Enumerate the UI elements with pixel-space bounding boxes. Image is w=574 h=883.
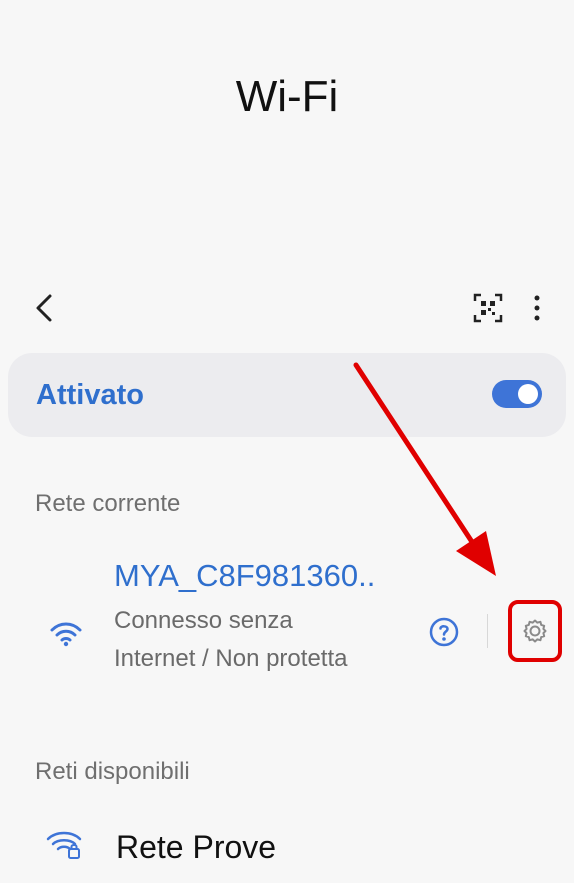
wifi-toggle-label: Attivato (36, 379, 144, 411)
question-circle-icon[interactable] (428, 616, 460, 648)
current-network-name: MYA_C8F981360.. (114, 558, 376, 593)
vertical-dots-icon (534, 295, 540, 321)
wifi-locked-icon (46, 831, 82, 859)
network-settings-button[interactable] (508, 600, 562, 662)
action-divider (487, 614, 488, 648)
wifi-signal-icon (50, 622, 82, 647)
wifi-settings-screen: Wi-Fi Attivato Rete corrente MYA_C8F9813… (0, 0, 574, 883)
current-network-card[interactable]: MYA_C8F981360.. Connesso senza Internet … (8, 530, 566, 732)
back-button[interactable] (28, 288, 62, 328)
current-network-section-label: Rete corrente (35, 490, 181, 517)
annotation-arrow (353, 362, 496, 576)
wifi-toggle-switch[interactable] (492, 380, 542, 408)
current-network-status: Connesso senza Internet / Non protetta (114, 607, 348, 672)
available-network-name: Rete Prove (116, 829, 277, 865)
qr-scan-icon (473, 293, 503, 323)
available-networks-section-label: Reti disponibili (35, 758, 190, 785)
qr-scan-button[interactable] (468, 290, 508, 326)
gear-icon (523, 619, 547, 643)
available-network-item[interactable]: Rete Prove (8, 795, 566, 883)
chevron-left-icon (36, 294, 52, 322)
page-title: Wi-Fi (235, 72, 339, 121)
wifi-toggle-row[interactable]: Attivato (8, 353, 566, 437)
wifi-toggle-knob (518, 384, 538, 404)
more-options-button[interactable] (522, 290, 552, 326)
